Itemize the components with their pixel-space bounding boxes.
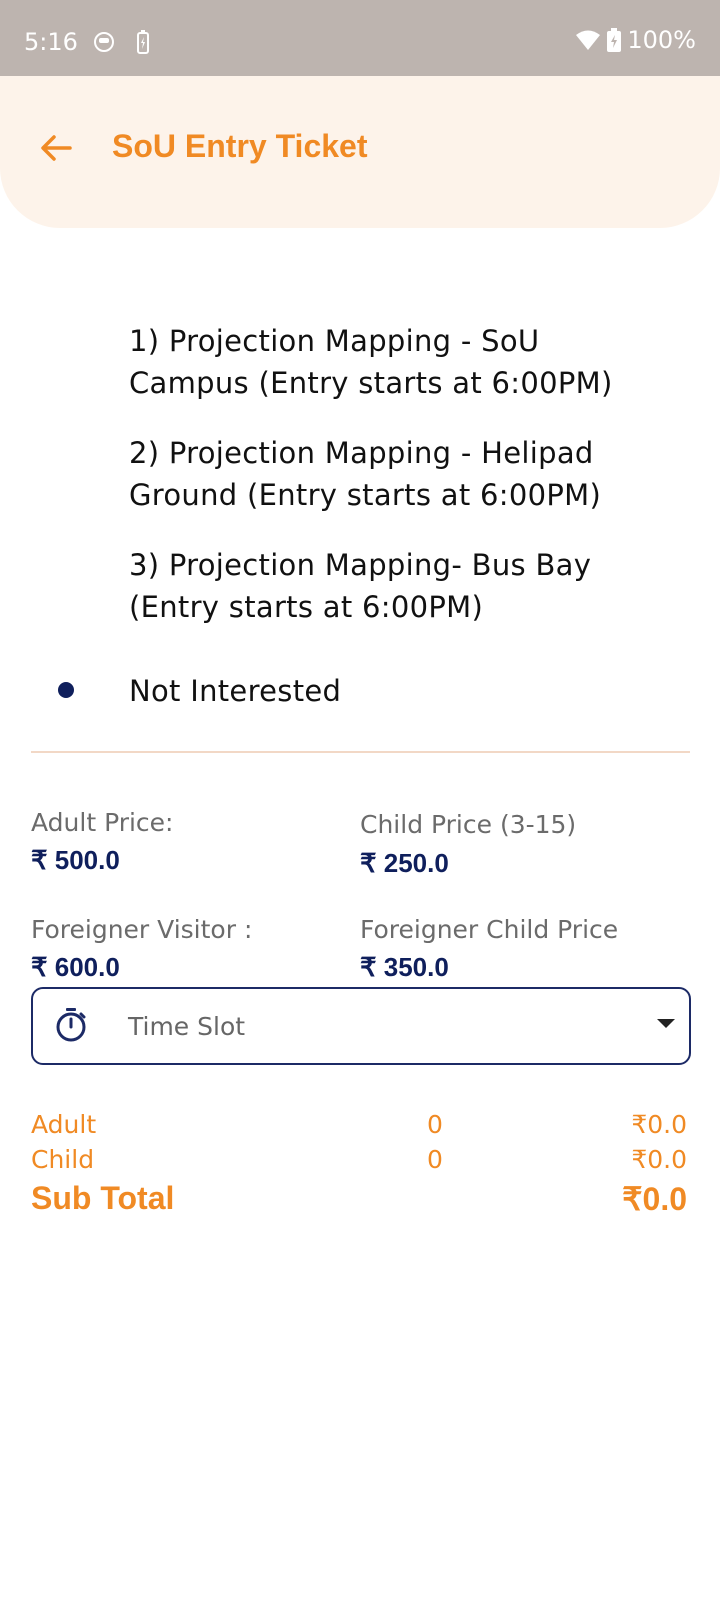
selected-radio-indicator[interactable] — [58, 682, 74, 698]
battery-saver-icon — [137, 30, 149, 54]
app-header: SoU Entry Ticket — [0, 76, 720, 228]
foreigner-visitor-value: ₹ 600.0 — [31, 952, 120, 982]
summary-adult-label: Adult — [31, 1110, 97, 1139]
wifi-icon — [576, 30, 601, 50]
summary-adult-qty: 0 — [427, 1110, 443, 1139]
child-price-value: ₹ 250.0 — [360, 848, 449, 878]
foreigner-visitor-label: Foreigner Visitor : — [31, 915, 253, 944]
status-time: 5:16 — [24, 28, 78, 56]
status-right: 100% — [575, 26, 696, 54]
option-projection-helipad[interactable]: 2) Projection Mapping - Helipad Ground (… — [129, 432, 649, 516]
option-projection-bus-bay[interactable]: 3) Projection Mapping- Bus Bay (Entry st… — [129, 544, 649, 628]
subtotal-label: Sub Total — [31, 1180, 175, 1216]
child-price-label: Child Price (3-15) — [360, 810, 577, 839]
summary-child-label: Child — [31, 1145, 95, 1174]
divider — [31, 751, 690, 753]
battery-percent: 100% — [627, 26, 696, 54]
option-projection-sou-campus[interactable]: 1) Projection Mapping - SoU Campus (Entr… — [129, 320, 649, 404]
foreigner-child-price-value: ₹ 350.0 — [360, 952, 449, 982]
timer-icon — [56, 1008, 86, 1042]
summary-child-qty: 0 — [427, 1145, 443, 1174]
chevron-down-icon — [657, 1019, 675, 1028]
summary-child-amount: ₹0.0 — [631, 1145, 687, 1174]
adult-price-value: ₹ 500.0 — [31, 845, 120, 875]
battery-charging-icon — [607, 28, 622, 52]
page-title: SoU Entry Ticket — [112, 128, 368, 164]
subtotal-value: ₹0.0 — [622, 1181, 687, 1217]
face-icon — [94, 32, 114, 52]
time-slot-dropdown[interactable]: Time Slot — [31, 987, 691, 1065]
arrow-left-icon — [41, 135, 72, 161]
status-bar: 5:16 100% — [0, 0, 720, 76]
time-slot-placeholder: Time Slot — [128, 1012, 246, 1041]
adult-price-label: Adult Price: — [31, 808, 174, 837]
back-button[interactable] — [28, 120, 84, 176]
foreigner-child-price-label: Foreigner Child Price — [360, 915, 619, 944]
option-not-interested[interactable]: Not Interested — [129, 670, 649, 712]
summary-adult-amount: ₹0.0 — [631, 1110, 687, 1139]
